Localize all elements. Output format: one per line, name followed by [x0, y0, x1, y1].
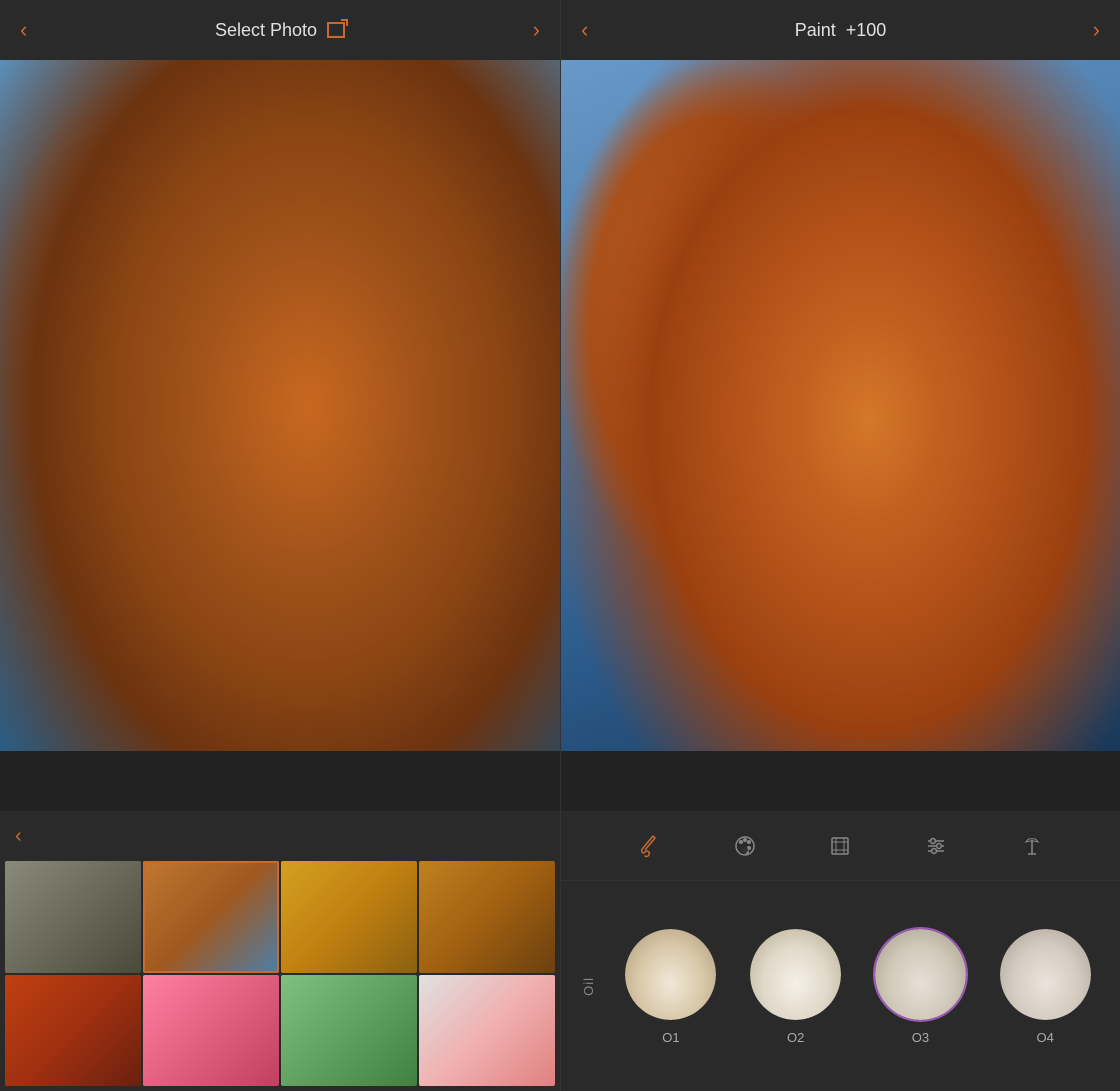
canvas-icon	[826, 832, 854, 860]
preset-o3-circle	[873, 927, 968, 1022]
tools-row	[561, 811, 1120, 881]
text-icon	[1018, 832, 1046, 860]
right-main-image	[561, 60, 1120, 751]
canvas-tool-button[interactable]	[815, 821, 865, 871]
oil-styles-area: Oil O1 O2	[561, 881, 1120, 1091]
text-tool-button[interactable]	[1007, 821, 1057, 871]
preset-o3-label: O3	[912, 1030, 929, 1045]
paint-value: +100	[846, 20, 887, 41]
thumbnail-brown-leaves[interactable]	[419, 861, 555, 973]
left-forward-arrow[interactable]: ›	[533, 17, 540, 43]
palette-icon	[731, 832, 759, 860]
filmstrip-area: ‹	[0, 811, 560, 1091]
oil-label: Oil	[571, 977, 606, 996]
preset-o2-image	[750, 929, 841, 1020]
brush-icon	[635, 832, 663, 860]
preset-o4-label: O4	[1036, 1030, 1053, 1045]
crop-icon[interactable]	[327, 22, 345, 38]
filmstrip-header: ‹	[0, 811, 560, 861]
thumbnail-orange[interactable]	[5, 975, 141, 1087]
adjustments-tool-button[interactable]	[911, 821, 961, 871]
thumbnail-sticks[interactable]	[5, 861, 141, 973]
preset-o1-label: O1	[662, 1030, 679, 1045]
thumbnail-tulip[interactable]	[143, 861, 279, 973]
left-bottom-bar	[0, 751, 560, 811]
right-header-title-group: Paint +100	[795, 20, 887, 41]
paint-label: Paint	[795, 20, 836, 41]
right-back-arrow[interactable]: ‹	[581, 17, 588, 43]
filmstrip-back-arrow[interactable]: ‹	[15, 825, 22, 848]
brush-tool-button[interactable]	[624, 821, 674, 871]
right-panel: ‹ Paint +100 ›	[560, 0, 1120, 1091]
preset-o4-circle	[998, 927, 1093, 1022]
thumbnail-yellow-leaf[interactable]	[281, 861, 417, 973]
preset-o1-circle	[623, 927, 718, 1022]
preset-o2[interactable]: O2	[748, 927, 843, 1045]
palette-tool-button[interactable]	[720, 821, 770, 871]
left-main-image	[0, 60, 560, 751]
sliders-icon	[922, 832, 950, 860]
thumbnail-white-pink[interactable]	[419, 975, 555, 1087]
preset-o1[interactable]: O1	[623, 927, 718, 1045]
preset-o4-image	[1000, 929, 1091, 1020]
thumbnail-pink-flower[interactable]	[143, 975, 279, 1087]
preset-o3[interactable]: O3	[873, 927, 968, 1045]
right-tools-area: Oil O1 O2	[561, 811, 1120, 1091]
left-back-arrow[interactable]: ‹	[20, 17, 27, 43]
style-presets: O1 O2 O3	[606, 917, 1110, 1055]
select-photo-label: Select Photo	[215, 20, 317, 41]
left-header-title-group: Select Photo	[215, 20, 345, 41]
preset-o4[interactable]: O4	[998, 927, 1093, 1045]
right-header: ‹ Paint +100 ›	[561, 0, 1120, 60]
painted-photo	[561, 60, 1120, 751]
preset-o2-label: O2	[787, 1030, 804, 1045]
left-header: ‹ Select Photo ›	[0, 0, 560, 60]
left-panel: ‹ Select Photo › ‹	[0, 0, 560, 1091]
right-forward-arrow[interactable]: ›	[1093, 17, 1100, 43]
original-photo	[0, 60, 560, 751]
right-bottom-bar	[561, 751, 1120, 811]
filmstrip-grid	[0, 861, 560, 1091]
preset-o1-image	[625, 929, 716, 1020]
thumbnail-green[interactable]	[281, 975, 417, 1087]
preset-o3-image	[875, 929, 966, 1020]
preset-o2-circle	[748, 927, 843, 1022]
